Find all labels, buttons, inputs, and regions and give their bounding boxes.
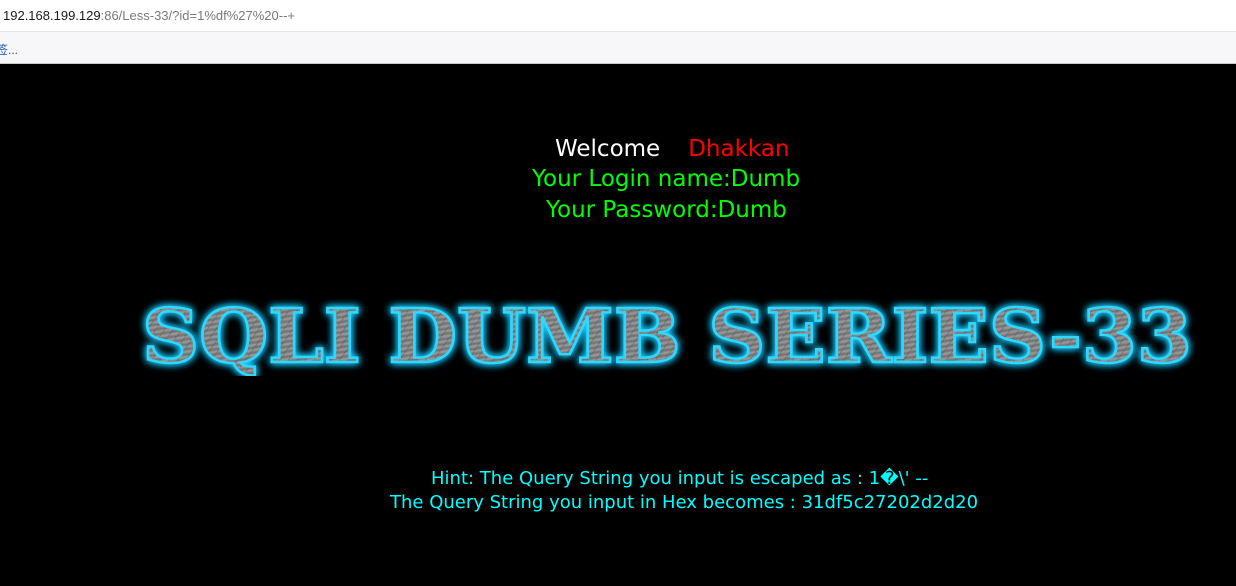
login-name-text: Your Login name:Dumb	[532, 166, 801, 192]
page-content: Welcome Dhakkan Your Login name:Dumb Your…	[0, 64, 1236, 586]
welcome-name: Dhakkan	[688, 136, 790, 162]
bookmark-item[interactable]: 签...	[0, 41, 18, 58]
hint-hex-text: The Query String you input in Hex become…	[390, 492, 979, 513]
title-banner: SQLI DUMB SERIES-33	[132, 290, 1202, 376]
password-text: Your Password:Dumb	[546, 197, 787, 223]
address-bar[interactable]: 192.168.199.129:86/Less-33/?id=1%df%27%2…	[0, 0, 1236, 32]
bookmarks-bar: 签...	[0, 32, 1236, 64]
welcome-word: Welcome	[555, 136, 661, 162]
url-path: :86/Less-33/?id=1%df%27%20--+	[100, 8, 296, 23]
hint-escaped-text: Hint: The Query String you input is esca…	[431, 468, 929, 489]
banner-title-text: SQLI DUMB SERIES-33	[142, 294, 1192, 376]
title-banner-graphic: SQLI DUMB SERIES-33	[141, 293, 1194, 376]
welcome-line: Welcome Dhakkan	[555, 136, 790, 162]
url-host: 192.168.199.129	[3, 8, 101, 23]
url-text[interactable]: 192.168.199.129:86/Less-33/?id=1%df%27%2…	[3, 8, 295, 23]
